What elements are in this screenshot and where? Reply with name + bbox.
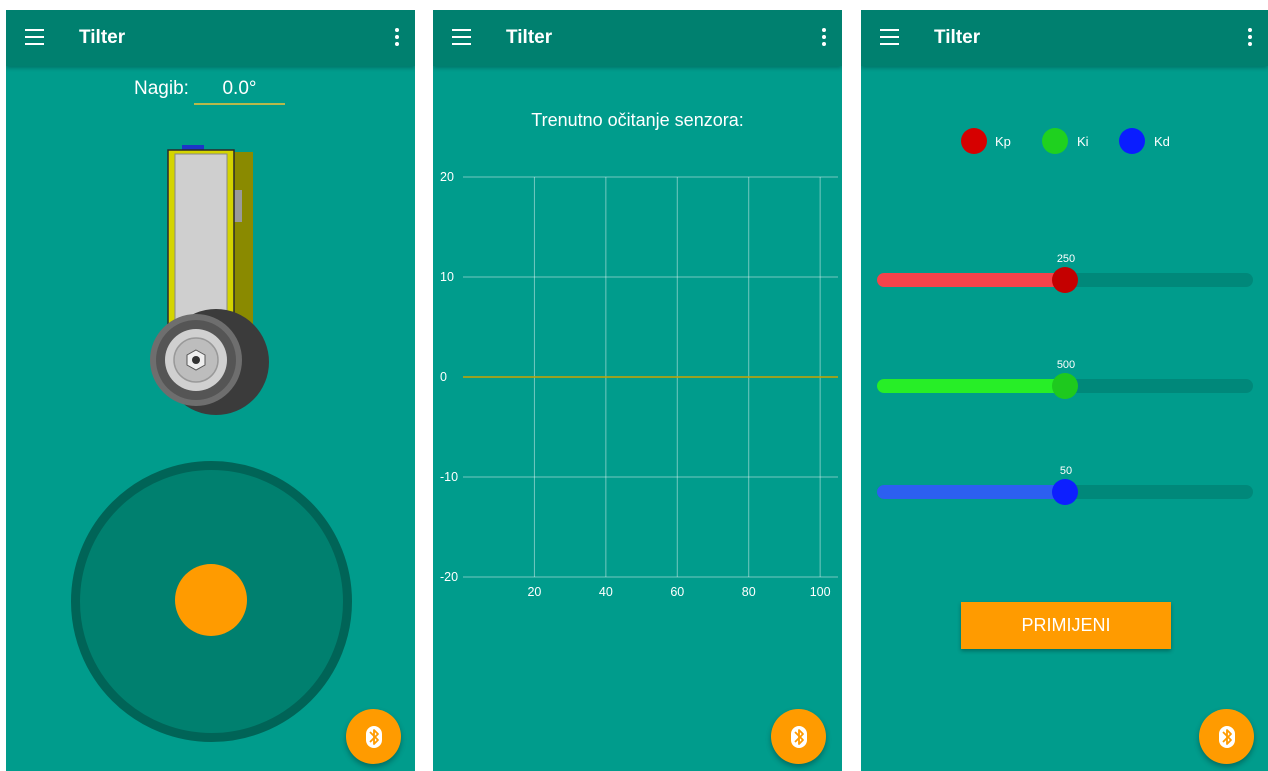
bluetooth-icon [789, 724, 809, 750]
legend-ki-label: Ki [1077, 134, 1089, 149]
tilt-value-field[interactable]: 0.0° [194, 78, 285, 100]
screen-control: Tilter Nagib: 0.0° [6, 10, 415, 771]
y-tick-label: 0 [440, 370, 447, 384]
tilt-label: Nagib: [134, 78, 189, 99]
chart-title: Trenutno očitanje senzora: [531, 110, 744, 130]
app-title: Tilter [506, 27, 553, 48]
app-title: Tilter [79, 27, 126, 48]
y-tick-label: -10 [440, 470, 458, 484]
bluetooth-fab[interactable] [771, 709, 826, 764]
kp-slider-fill [877, 273, 1065, 287]
y-tick-label: -20 [440, 570, 458, 584]
app-bar: Tilter [6, 10, 415, 66]
bluetooth-icon [1217, 724, 1237, 750]
bluetooth-icon [364, 724, 384, 750]
screen-pid: Tilter Kp Ki Kd 250 500 50 PRIMIJENI [861, 10, 1268, 771]
menu-icon[interactable] [25, 29, 44, 45]
y-tick-label: 10 [440, 270, 454, 284]
bluetooth-fab[interactable] [346, 709, 401, 764]
ki-slider-fill [877, 379, 1065, 393]
kd-value: 50 [1059, 465, 1073, 477]
legend-kp-dot [961, 128, 987, 154]
legend-kd-dot [1119, 128, 1145, 154]
menu-icon[interactable] [880, 29, 899, 45]
y-tick-label: 20 [440, 170, 454, 184]
sensor-chart: 20100-10-2020 40 60 80 100 [440, 170, 838, 599]
robot-illustration [150, 145, 269, 415]
app-bar: Tilter [433, 10, 842, 66]
legend-ki-dot [1042, 128, 1068, 154]
kp-value: 250 [1056, 253, 1076, 265]
app-title: Tilter [934, 27, 981, 48]
kd-slider-thumb[interactable] [1052, 479, 1078, 505]
tilt-value-underline [194, 103, 285, 105]
kp-slider-thumb[interactable] [1052, 267, 1078, 293]
bluetooth-fab[interactable] [1199, 709, 1254, 764]
x-tick-label: 60 [670, 585, 684, 599]
app-bar: Tilter [861, 10, 1268, 66]
more-vert-icon[interactable] [1248, 28, 1252, 46]
joystick-knob[interactable] [175, 564, 247, 636]
x-tick-label: 40 [599, 585, 613, 599]
x-tick-label: 80 [742, 585, 756, 599]
legend-kp-label: Kp [995, 134, 1011, 149]
kd-slider-fill [877, 485, 1065, 499]
menu-icon[interactable] [452, 29, 471, 45]
legend-kd-label: Kd [1154, 134, 1170, 149]
more-vert-icon[interactable] [822, 28, 826, 46]
more-vert-icon[interactable] [395, 28, 399, 46]
apply-button[interactable]: PRIMIJENI [961, 602, 1171, 649]
x-tick-label: 100 [810, 585, 831, 599]
ki-value: 500 [1056, 359, 1076, 371]
ki-slider-thumb[interactable] [1052, 373, 1078, 399]
screen-graph: Tilter Trenutno očitanje senzora: 20 10 0-… [433, 10, 842, 771]
x-tick-label: 20 [527, 585, 541, 599]
